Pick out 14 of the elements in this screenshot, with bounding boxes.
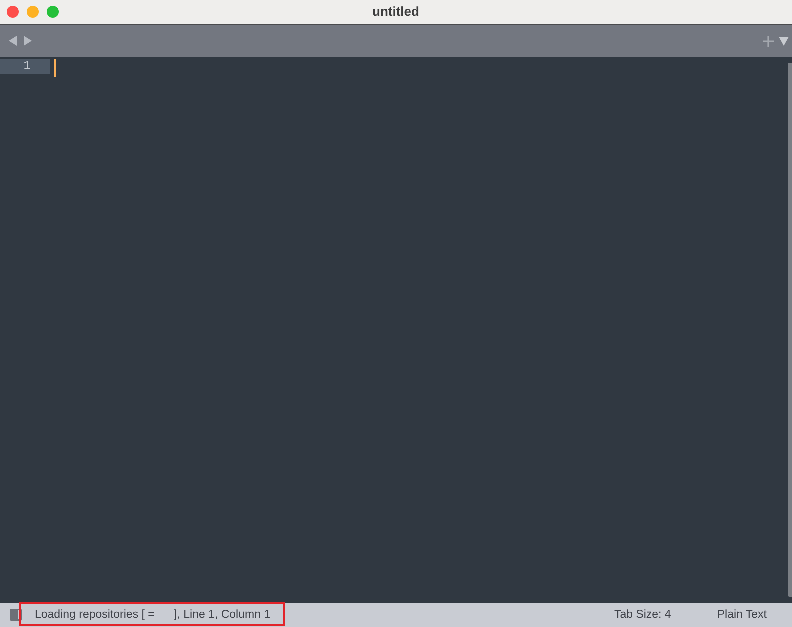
right-arrow-icon[interactable] <box>23 36 32 46</box>
tab-size-indicator[interactable]: Tab Size: 4 <box>614 609 672 621</box>
window-title: untitled <box>372 4 420 19</box>
line-number: 1 <box>0 59 50 74</box>
scrollbar[interactable] <box>788 63 792 597</box>
text-cursor <box>54 59 56 77</box>
dropdown-icon[interactable] <box>779 36 789 46</box>
left-arrow-icon[interactable] <box>9 36 18 46</box>
status-message: Loading repositories [ = ], Line 1, Column 1 <box>35 609 271 621</box>
close-button[interactable] <box>7 6 19 18</box>
minimize-button[interactable] <box>27 6 39 18</box>
syntax-indicator[interactable]: Plain Text <box>717 609 767 621</box>
plus-icon[interactable] <box>763 36 774 46</box>
zoom-button[interactable] <box>47 6 59 18</box>
